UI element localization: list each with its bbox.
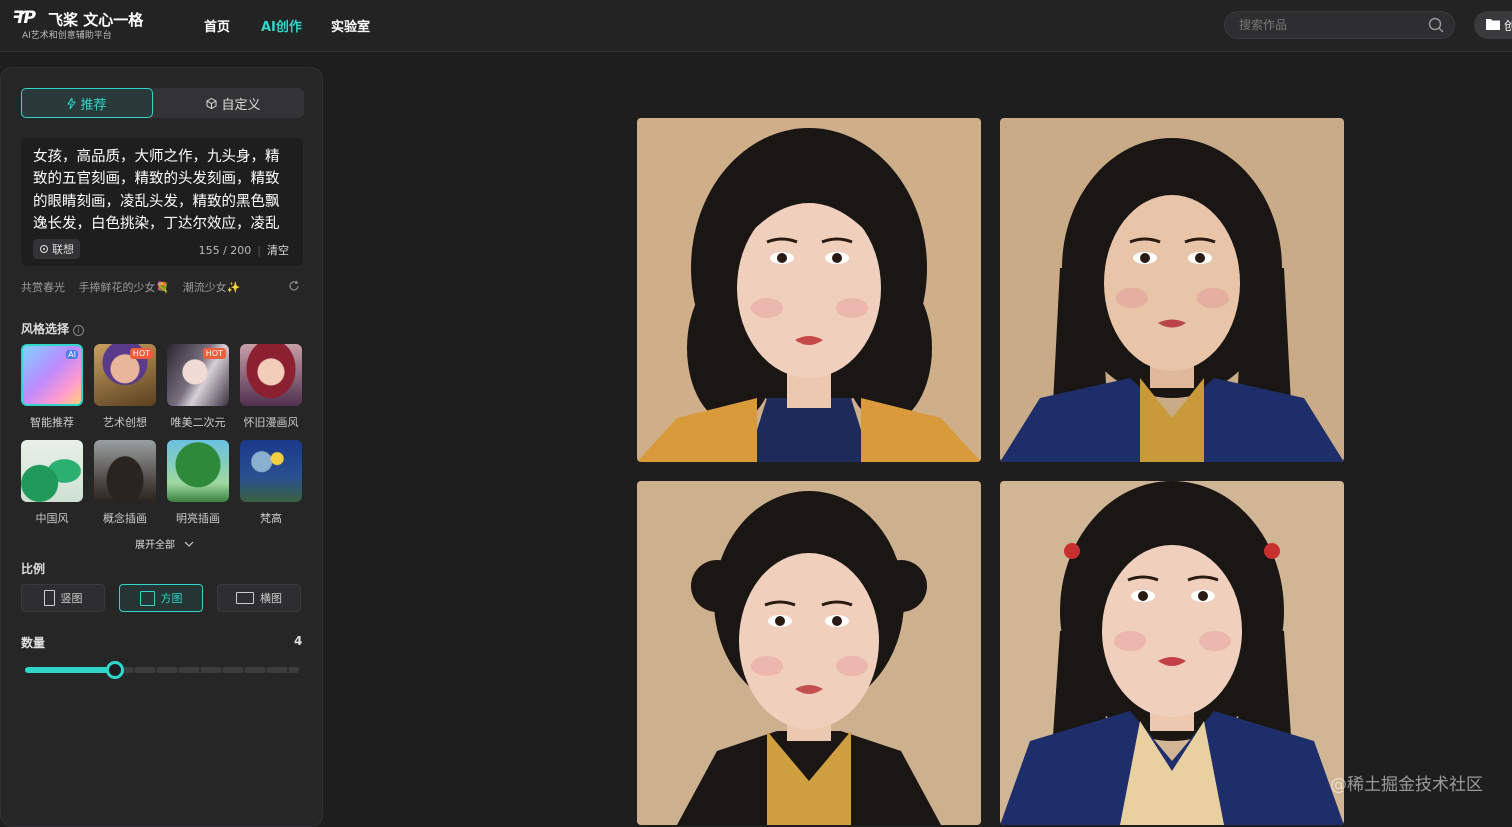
style-smart[interactable]: AI 智能推荐 [21,344,83,430]
style-label: 艺术创想 [103,416,147,429]
portrait-icon [43,590,55,606]
style-thumb [167,440,229,502]
portrait-image [637,118,981,462]
style-section-title: 风格选择 i [21,320,85,337]
suggestion-item[interactable]: 手捧鲜花的少女💐 [79,281,170,294]
my-works-label: 创 [1504,19,1512,33]
search-box [1224,11,1455,39]
my-works-button[interactable]: 创 [1474,11,1512,39]
tab-custom[interactable]: 自定义 [163,88,304,118]
style-retro-comic[interactable]: 怀旧漫画风 [240,344,302,430]
clear-button[interactable]: 清空 [267,244,289,257]
result-image-2[interactable] [1000,118,1344,462]
expand-all-label: 展开全部 [135,540,175,551]
portrait-image [1000,118,1344,462]
ratio-title: 比例 [21,562,46,576]
suggestion-item[interactable]: 共赏春光 [21,281,65,294]
portrait-image [637,481,981,825]
style-thumb [240,344,302,406]
associate-button[interactable]: 联想 [33,239,80,259]
hot-badge: HOT [129,348,153,359]
style-title-label: 风格选择 [21,322,70,336]
logo[interactable]: ꟻƤ 飞桨 文心一格 AI艺术和创意辅助平台 [12,8,147,44]
nav-ai-create[interactable]: AI创作 [261,16,302,35]
style-label: 中国风 [35,512,69,525]
ratio-portrait-button[interactable]: 竖图 [21,584,105,612]
style-label: 梵高 [260,512,282,525]
chevron-down-icon [184,541,194,547]
char-count: 155 [198,244,220,257]
prompt-box[interactable]: 女孩，高品质，大师之作，九头身，精致的五官刻画，精致的头发刻画，精致的眼睛刻画，… [21,138,303,266]
folder-icon [1486,19,1500,30]
square-icon [139,590,155,606]
prompt-textarea[interactable]: 女孩，高品质，大师之作，九头身，精致的五官刻画，精致的头发刻画，精致的眼睛刻画，… [33,146,293,238]
tab-custom-label: 自定义 [221,97,261,113]
char-max: 200 [230,244,252,257]
sparkle-icon [40,245,48,253]
quantity-value: 4 [294,634,303,648]
style-chinese[interactable]: 中国风 [21,440,83,526]
style-thumb: AI [21,344,83,406]
creation-panel: 推荐 自定义 女孩，高品质，大师之作，九头身，精致的五官刻画，精致的头发刻画，精… [0,67,323,827]
style-thumb [21,440,83,502]
tab-recommend-label: 推荐 [80,97,107,113]
style-vangogh[interactable]: 梵高 [240,440,302,526]
style-anime[interactable]: HOT 唯美二次元 [167,344,229,430]
char-counter: 155 / 200 | 清空 [198,244,289,257]
nav-lab[interactable]: 实验室 [331,16,370,35]
watermark: @稀土掘金技术社区 [1330,775,1483,795]
tab-recommend[interactable]: 推荐 [21,88,153,118]
style-label: 概念插画 [103,512,147,525]
top-bar: ꟻƤ 飞桨 文心一格 AI艺术和创意辅助平台 首页 AI创作 实验室 创 [0,0,1512,52]
result-image-1[interactable] [637,118,981,462]
cube-icon [206,97,217,109]
quantity-title: 数量 [21,636,46,650]
style-thumb [240,440,302,502]
logo-title: 飞桨 文心一格 [48,11,144,29]
slider-thumb[interactable] [106,661,124,679]
portrait-image [1000,481,1344,825]
associate-label: 联想 [52,243,74,256]
ratio-landscape-button[interactable]: 横图 [217,584,301,612]
slider-fill [25,667,115,673]
style-label: 唯美二次元 [170,416,226,429]
search-icon[interactable] [1428,17,1444,33]
landscape-icon [236,592,254,604]
nav-home[interactable]: 首页 [204,16,230,35]
style-concept[interactable]: 概念插画 [94,440,156,526]
logo-mark: ꟻƤ [12,8,36,28]
result-image-3[interactable] [637,481,981,825]
expand-all-button[interactable]: 展开全部 [135,536,194,551]
info-icon[interactable]: i [73,325,85,336]
ai-badge: AI [66,350,78,359]
prompt-suggestions: 共赏春光 手捧鲜花的少女💐 潮流少女✨ [21,279,250,295]
style-label: 明亮插画 [176,512,220,525]
ratio-square-button[interactable]: 方图 [119,584,203,612]
quantity-slider[interactable] [25,661,299,679]
style-label: 智能推荐 [30,416,74,429]
hot-badge: HOT [202,348,226,359]
refresh-icon[interactable] [288,280,300,292]
lightning-icon [67,97,77,109]
ratio-landscape-label: 横图 [260,592,282,605]
style-thumb: HOT [167,344,229,406]
suggestion-item[interactable]: 潮流少女✨ [183,281,241,294]
style-bright[interactable]: 明亮插画 [167,440,229,526]
style-art[interactable]: HOT 艺术创想 [94,344,156,430]
result-image-4[interactable] [1000,481,1344,825]
style-thumb [94,440,156,502]
ratio-portrait-label: 竖图 [60,592,83,605]
logo-subtitle: AI艺术和创意辅助平台 [22,31,112,41]
mode-tabs: 推荐 自定义 [21,88,304,118]
search-input[interactable] [1239,17,1419,33]
style-thumb: HOT [94,344,156,406]
ratio-square-label: 方图 [160,592,183,605]
style-label: 怀旧漫画风 [243,416,299,429]
